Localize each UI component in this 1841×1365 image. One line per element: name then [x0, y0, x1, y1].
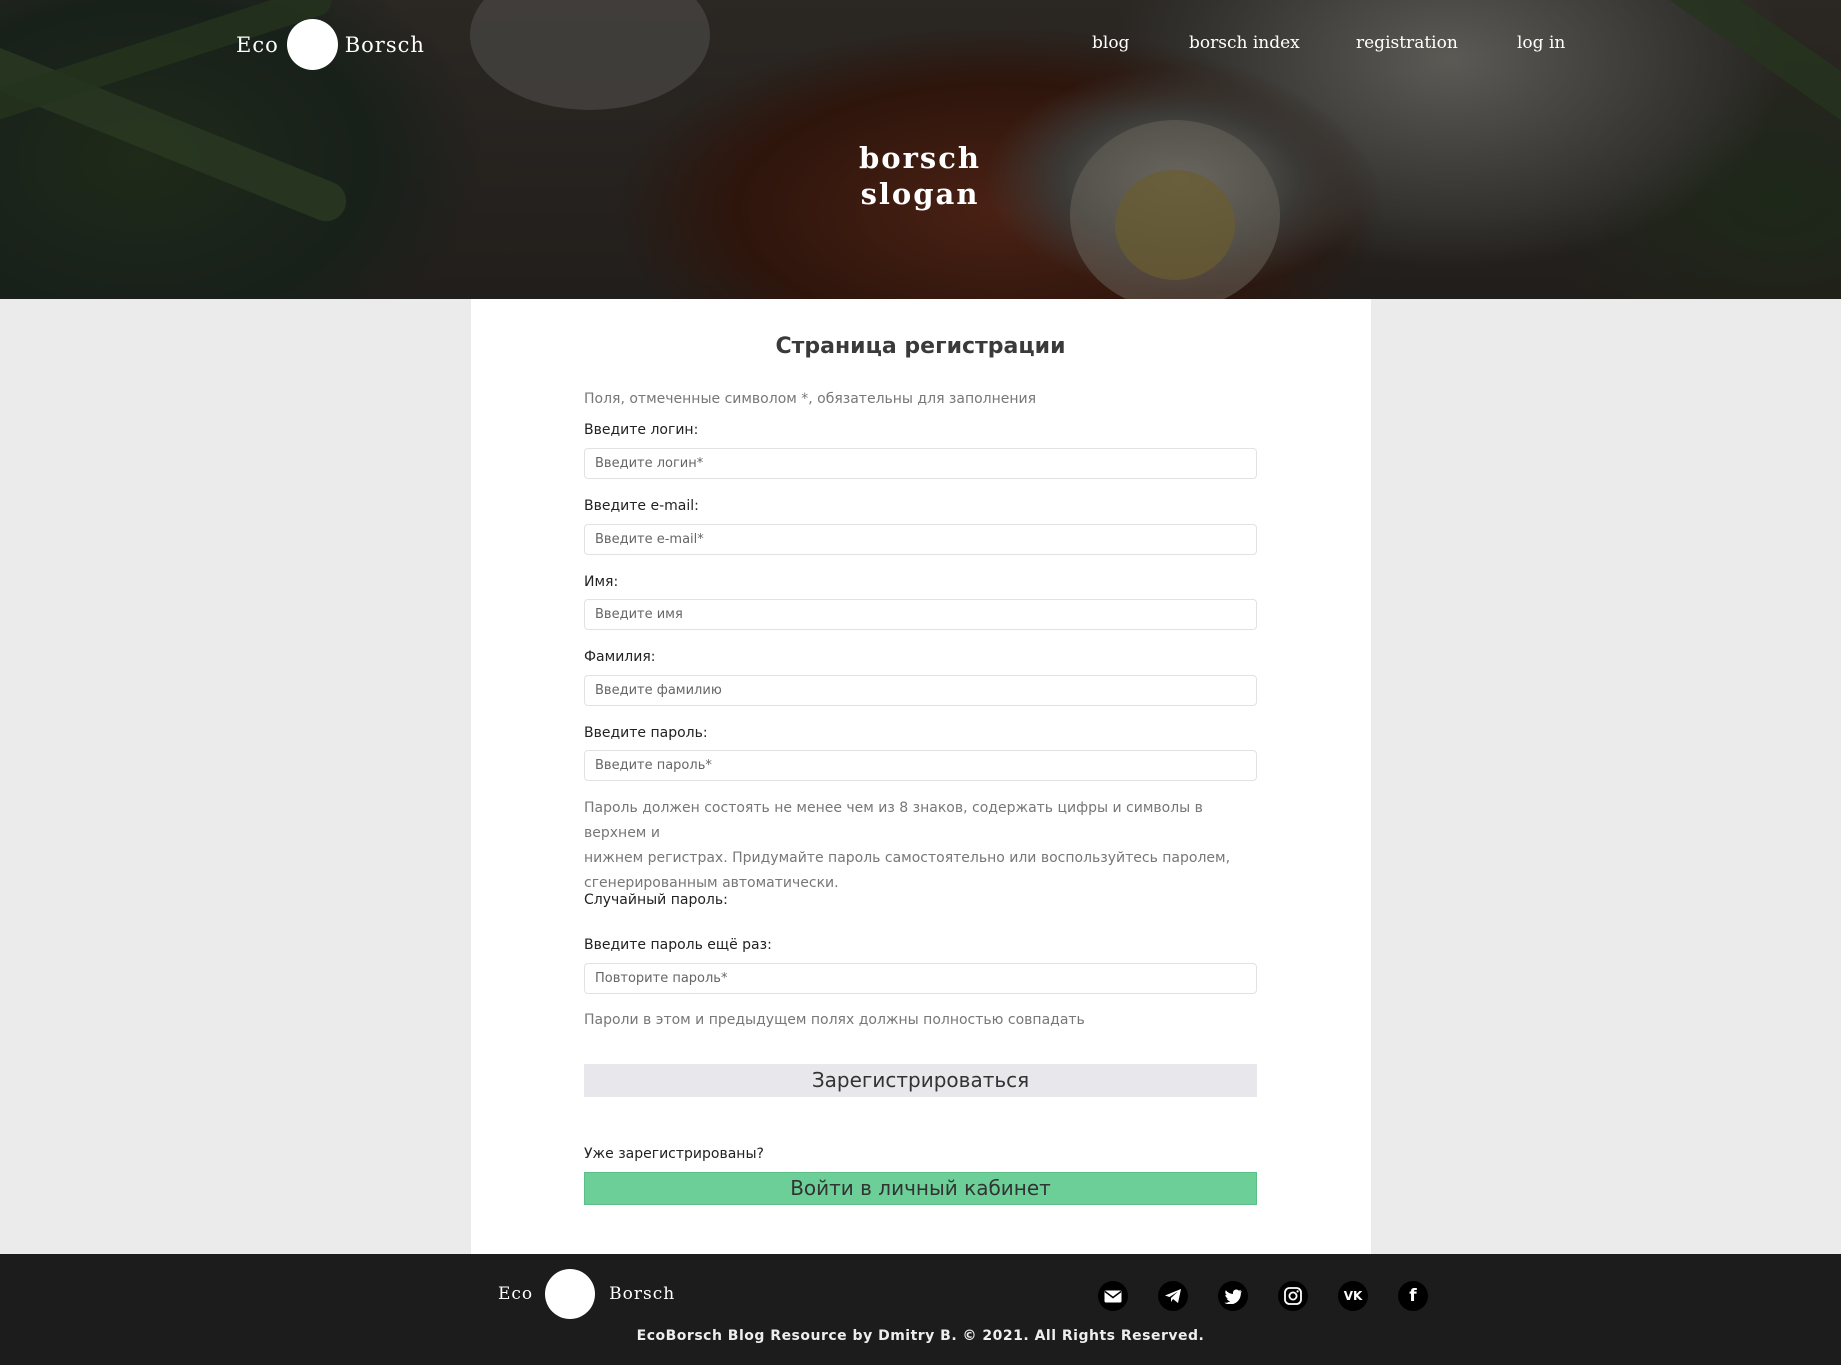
name-input[interactable]: [584, 599, 1257, 630]
slogan-line: borsch: [859, 141, 981, 175]
main-nav: blog borsch index registration log in: [0, 33, 1841, 63]
required-fields-note: Поля, отмеченные символом *, обязательны…: [584, 391, 1037, 407]
hero-header: Eco Borsch blog borsch index registratio…: [0, 0, 1841, 299]
hero-slogan: borsch slogan: [770, 140, 1070, 212]
twitter-icon[interactable]: [1218, 1281, 1248, 1311]
password-hint-line: Пароль должен состоять не менее чем из 8…: [584, 800, 1203, 841]
hero-background-leaf: [1655, 0, 1841, 163]
slogan-line: slogan: [860, 177, 980, 211]
password-label: Введите пароль:: [584, 725, 708, 741]
telegram-icon[interactable]: [1158, 1281, 1188, 1311]
name-label: Имя:: [584, 574, 619, 590]
hero-background-yolk: [1115, 170, 1235, 280]
instagram-icon[interactable]: [1278, 1281, 1308, 1311]
facebook-icon[interactable]: f: [1398, 1281, 1428, 1311]
surname-input[interactable]: [584, 675, 1257, 706]
password-input[interactable]: [584, 750, 1257, 781]
password-hint: Пароль должен состоять не менее чем из 8…: [584, 796, 1257, 896]
random-password-label: Случайный пароль:: [584, 892, 728, 908]
register-button[interactable]: Зарегистрироваться: [584, 1064, 1257, 1097]
login-input[interactable]: [584, 448, 1257, 479]
mail-icon[interactable]: [1098, 1281, 1128, 1311]
already-registered-text: Уже зарегистрированы?: [584, 1146, 764, 1162]
copyright-text: EcoBorsch Blog Resource by Dmitry B. © 2…: [636, 1328, 1205, 1344]
nav-link-log-in[interactable]: log in: [1517, 33, 1565, 53]
nav-link-registration[interactable]: registration: [1356, 33, 1458, 53]
nav-link-blog[interactable]: blog: [1092, 33, 1129, 53]
login-label: Введите логин:: [584, 422, 699, 438]
vk-icon[interactable]: VK: [1338, 1281, 1368, 1311]
email-label: Введите e-mail:: [584, 498, 699, 514]
login-cabinet-button[interactable]: Войти в личный кабинет: [584, 1172, 1257, 1205]
surname-label: Фамилия:: [584, 649, 656, 665]
password-hint-line: нижнем регистрах. Придумайте пароль само…: [584, 850, 1231, 866]
email-input[interactable]: [584, 524, 1257, 555]
repeat-password-input[interactable]: [584, 963, 1257, 994]
nav-link-borsch-index[interactable]: borsch index: [1189, 33, 1300, 53]
repeat-password-hint: Пароли в этом и предыдущем полях должны …: [584, 1012, 1085, 1028]
footer: Eco Borsch VK f EcoBorsch Blog Resource …: [0, 1254, 1841, 1365]
social-links: VK f: [0, 1281, 1841, 1311]
page-title: Страница регистрации: [775, 334, 1066, 359]
repeat-password-label: Введите пароль ещё раз:: [584, 937, 772, 953]
